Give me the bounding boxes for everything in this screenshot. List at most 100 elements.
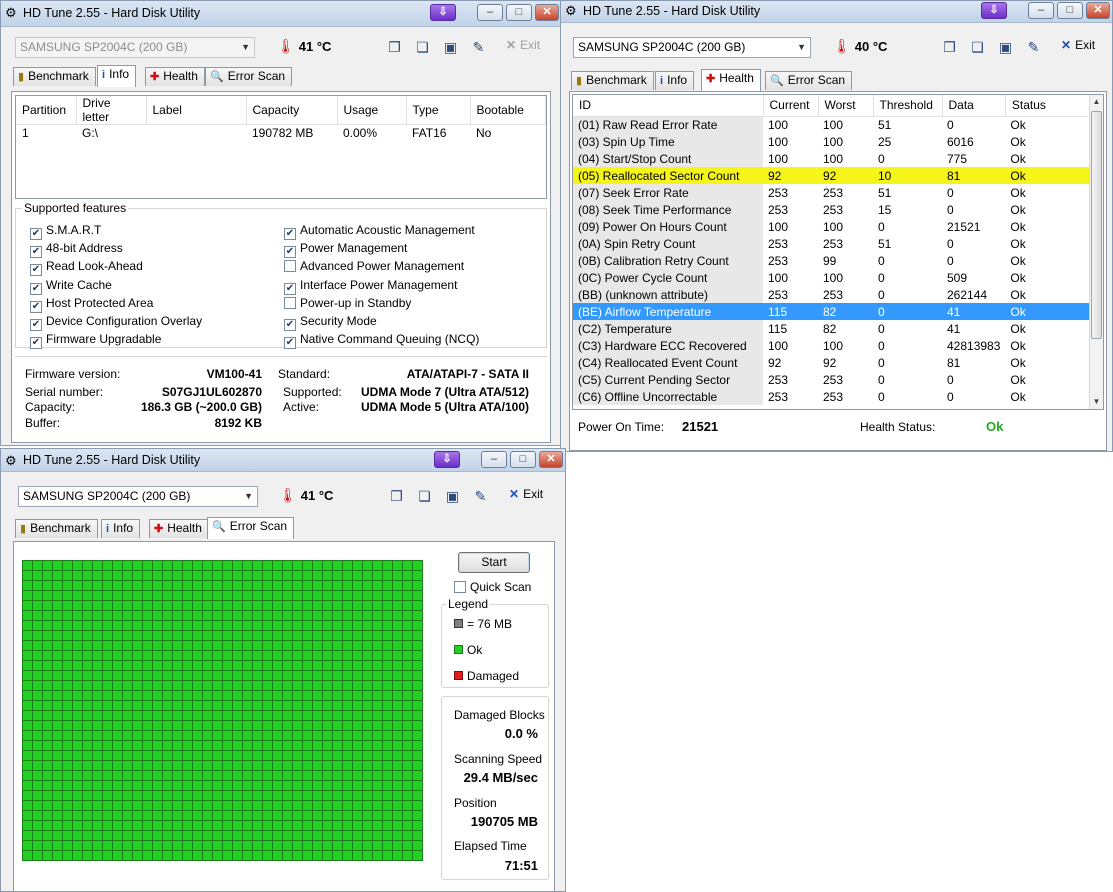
minimize-button[interactable]: – — [1028, 2, 1054, 19]
table-row[interactable]: (07) Seek Error Rate 253 253 51 0 Ok — [573, 184, 1091, 201]
quick-scan-checkbox[interactable]: Quick Scan — [454, 580, 531, 594]
col-worst[interactable]: Worst — [818, 95, 874, 116]
minimize-button[interactable]: – — [481, 451, 507, 468]
col-bootable[interactable]: Bootable — [470, 96, 546, 125]
copy-text-icon[interactable]: ❐ — [386, 486, 407, 507]
table-row[interactable]: 1 G:\ 190782 MB 0.00% FAT16 No — [16, 125, 546, 142]
drive-select[interactable]: SAMSUNG SP2004C (200 GB) ▼ — [573, 37, 811, 58]
feature-checkbox: ✔ — [30, 337, 42, 350]
copy-text-icon[interactable]: ❐ — [939, 37, 960, 58]
tab-error-scan[interactable]: 🔍 Error Scan — [205, 67, 293, 86]
exit-button[interactable]: ✕ Exit — [1061, 38, 1095, 52]
col-capacity[interactable]: Capacity — [246, 96, 338, 125]
power-on-label: Power On Time: — [578, 420, 665, 434]
position-label: Position — [454, 796, 497, 810]
table-row[interactable]: (04) Start/Stop Count 100 100 0 775 Ok — [573, 150, 1091, 167]
tab-error-scan[interactable]: 🔍 Error Scan — [207, 517, 295, 539]
col-id[interactable]: ID — [573, 95, 764, 116]
copy-screenshot-icon[interactable]: ❏ — [412, 37, 433, 58]
tab-info[interactable]: i Info — [101, 519, 141, 538]
health-window-titlebar[interactable]: ⚙ HD Tune 2.55 - Hard Disk Utility ⇩ – □… — [561, 1, 1112, 23]
attribute-value: 0 — [873, 303, 942, 320]
start-button[interactable]: Start — [458, 552, 530, 573]
table-row[interactable]: (C3) Hardware ECC Recovered 100 100 0 428139… — [573, 337, 1091, 354]
save-icon[interactable]: ▣ — [442, 486, 463, 507]
attribute-value: 253 — [823, 202, 844, 217]
attribute-value: 0 — [878, 270, 885, 285]
tab-error-scan[interactable]: 🔍 Error Scan — [765, 71, 853, 90]
table-row[interactable]: (09) Power On Hours Count 100 100 0 21521 Ok — [573, 218, 1091, 235]
feature-left-0: ✔ S.M.A.R.T — [30, 223, 101, 240]
options-icon[interactable]: ✎ — [468, 37, 489, 58]
tab-benchmark[interactable]: ▮ Benchmark — [571, 71, 654, 90]
maximize-button[interactable]: □ — [506, 4, 532, 21]
table-row[interactable]: (C4) Reallocated Event Count 92 92 0 81 Ok — [573, 354, 1091, 371]
tab-benchmark[interactable]: ▮ Benchmark — [13, 67, 96, 86]
col-current[interactable]: Current — [763, 95, 819, 116]
options-icon[interactable]: ✎ — [1023, 37, 1044, 58]
table-row[interactable]: (05) Reallocated Sector Count 92 92 10 81 Ok — [573, 167, 1091, 184]
attribute-value: 0 — [947, 389, 954, 404]
copy-text-icon[interactable]: ❐ — [384, 37, 405, 58]
table-row[interactable]: (03) Spin Up Time 100 100 25 6016 Ok — [573, 133, 1091, 150]
error-scan-window-titlebar[interactable]: ⚙ HD Tune 2.55 - Hard Disk Utility ⇩ – □… — [1, 449, 565, 472]
scroll-up-icon[interactable]: ▲ — [1090, 95, 1103, 109]
tab-info[interactable]: i Info — [655, 71, 695, 90]
pin-button[interactable]: ⇩ — [434, 451, 460, 468]
save-icon[interactable]: ▣ — [440, 37, 461, 58]
copy-screenshot-icon[interactable]: ❏ — [414, 486, 435, 507]
table-row[interactable]: (C5) Current Pending Sector 253 253 0 0 Ok — [573, 371, 1091, 388]
table-row[interactable]: (01) Raw Read Error Rate 100 100 51 0 Ok — [573, 116, 1091, 133]
options-icon[interactable]: ✎ — [470, 486, 491, 507]
col-type[interactable]: Type — [406, 96, 471, 125]
minimize-button[interactable]: – — [477, 4, 503, 21]
col-label[interactable]: Label — [146, 96, 247, 125]
col-partition[interactable]: Partition — [16, 96, 77, 125]
scrollbar-thumb[interactable] — [1091, 111, 1102, 339]
close-button[interactable]: ✕ — [1086, 2, 1110, 19]
maximize-button[interactable]: □ — [1057, 2, 1083, 19]
exit-button[interactable]: ✕ Exit — [506, 38, 540, 52]
col-data[interactable]: Data — [942, 95, 1006, 116]
vertical-scrollbar[interactable]: ▲ ▼ — [1089, 95, 1103, 409]
tab-info[interactable]: i Info — [97, 65, 137, 87]
tab-benchmark[interactable]: ▮ Benchmark — [15, 519, 98, 538]
table-row[interactable]: (C6) Offline Uncorrectable 253 253 0 0 Ok — [573, 388, 1091, 405]
tab-health[interactable]: ✚ Health — [145, 67, 205, 86]
col-threshold[interactable]: Threshold — [873, 95, 943, 116]
tab-health[interactable]: ✚ Health — [149, 519, 209, 538]
feature-label: Security Mode — [300, 314, 377, 328]
checkbox-box[interactable] — [454, 581, 466, 593]
table-row[interactable]: (08) Seek Time Performance 253 253 15 0 Ok — [573, 201, 1091, 218]
attribute-value: 100 — [768, 338, 789, 353]
col-status[interactable]: Status — [1005, 95, 1092, 116]
table-row[interactable]: (BE) Airflow Temperature 115 82 0 41 Ok — [573, 303, 1091, 320]
col-usage[interactable]: Usage — [337, 96, 407, 125]
table-row[interactable]: (0A) Spin Retry Count 253 253 51 0 Ok — [573, 235, 1091, 252]
table-row[interactable]: (0C) Power Cycle Count 100 100 0 509 Ok — [573, 269, 1091, 286]
partition-list[interactable]: Partition Drive letter Label Capacity Us… — [15, 95, 547, 199]
col-drive-letter[interactable]: Drive letter — [76, 96, 147, 125]
scanning-speed-label: Scanning Speed — [454, 752, 543, 766]
attribute-value: 100 — [823, 270, 844, 285]
attribute-value: 253 — [768, 202, 789, 217]
pin-button[interactable]: ⇩ — [430, 4, 456, 21]
attribute-value: 0 — [947, 185, 954, 200]
table-row[interactable]: (C2) Temperature 115 82 0 41 Ok — [573, 320, 1091, 337]
close-button[interactable]: ✕ — [535, 4, 559, 21]
drive-select[interactable]: SAMSUNG SP2004C (200 GB) ▼ — [15, 37, 255, 58]
feature-left-6: ✔ Firmware Upgradable — [30, 332, 161, 350]
drive-select[interactable]: SAMSUNG SP2004C (200 GB) ▼ — [18, 486, 258, 507]
pin-button[interactable]: ⇩ — [981, 2, 1007, 19]
table-row[interactable]: (0B) Calibration Retry Count 253 99 0 0 Ok — [573, 252, 1091, 269]
copy-screenshot-icon[interactable]: ❏ — [967, 37, 988, 58]
close-button[interactable]: ✕ — [539, 451, 563, 468]
save-icon[interactable]: ▣ — [995, 37, 1016, 58]
info-window-titlebar[interactable]: ⚙ HD Tune 2.55 - Hard Disk Utility ⇩ – □… — [1, 1, 561, 27]
table-row[interactable]: (BB) (unknown attribute) 253 253 0 262144 Ok — [573, 286, 1091, 303]
scroll-down-icon[interactable]: ▼ — [1090, 395, 1103, 409]
tab-health[interactable]: ✚ Health — [701, 69, 761, 91]
exit-button[interactable]: ✕ Exit — [509, 487, 543, 501]
smart-attribute-list[interactable]: ID Current Worst Threshold Data Status (… — [572, 94, 1104, 410]
maximize-button[interactable]: □ — [510, 451, 536, 468]
